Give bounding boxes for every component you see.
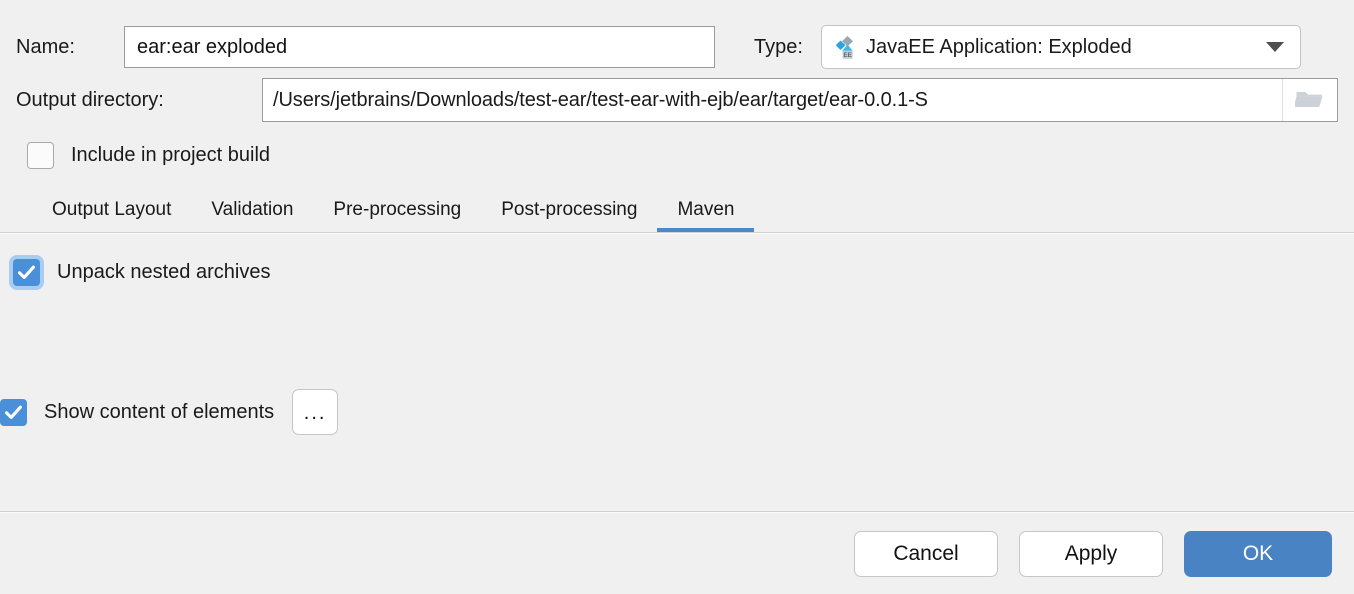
type-label: Type: [754, 35, 803, 58]
ok-button[interactable]: OK [1184, 530, 1332, 577]
tab-pre-processing[interactable]: Pre-processing [313, 199, 481, 232]
name-type-row: Name: ear:ear exploded Type: EE JavaEE A… [16, 0, 1338, 72]
include-in-project-build-label: Include in project build [71, 143, 271, 166]
browse-directory-button[interactable] [1282, 79, 1337, 121]
show-content-of-elements-row[interactable]: Show content of elements ... [0, 389, 339, 435]
tab-bar: Output Layout Validation Pre-processing … [0, 186, 1354, 232]
folder-icon [1293, 88, 1325, 112]
check-icon [17, 265, 35, 279]
output-directory-label: Output directory: [16, 88, 164, 111]
show-content-of-elements-label: Show content of elements [44, 400, 275, 423]
unpack-nested-archives-checkbox[interactable] [13, 259, 40, 286]
svg-text:EE: EE [843, 52, 852, 59]
form-area: Name: ear:ear exploded Type: EE JavaEE A… [0, 0, 1354, 182]
cancel-button[interactable]: Cancel [854, 530, 998, 577]
tab-maven[interactable]: Maven [657, 199, 755, 232]
chevron-down-icon [1266, 42, 1284, 52]
maven-tab-panel: Unpack nested archives Show content of e… [0, 234, 1354, 511]
output-directory-field[interactable]: /Users/jetbrains/Downloads/test-ear/test… [262, 78, 1338, 122]
name-label: Name: [16, 35, 75, 58]
tab-post-processing[interactable]: Post-processing [481, 199, 657, 232]
artifact-settings-dialog: Name: ear:ear exploded Type: EE JavaEE A… [0, 0, 1354, 594]
type-dropdown[interactable]: EE JavaEE Application: Exploded [821, 25, 1301, 69]
unpack-nested-archives-label: Unpack nested archives [57, 261, 271, 283]
tab-output-layout[interactable]: Output Layout [32, 199, 191, 232]
check-icon [4, 405, 22, 419]
javaee-icon: EE [834, 34, 860, 60]
include-in-project-build-checkbox[interactable] [27, 141, 54, 169]
tab-validation[interactable]: Validation [191, 199, 313, 232]
dialog-footer: Cancel Apply OK [0, 513, 1354, 594]
show-content-of-elements-checkbox[interactable] [0, 398, 27, 426]
type-dropdown-value: JavaEE Application: Exploded [866, 35, 1132, 58]
include-in-project-build-row[interactable]: Include in project build [16, 128, 1338, 182]
show-content-options-button[interactable]: ... [292, 389, 339, 435]
output-directory-row: Output directory: /Users/jetbrains/Downl… [16, 72, 1338, 128]
output-directory-input[interactable]: /Users/jetbrains/Downloads/test-ear/test… [263, 89, 1282, 112]
unpack-nested-archives-row[interactable]: Unpack nested archives [13, 259, 270, 286]
apply-button[interactable]: Apply [1019, 530, 1163, 577]
name-input[interactable]: ear:ear exploded [124, 26, 715, 68]
